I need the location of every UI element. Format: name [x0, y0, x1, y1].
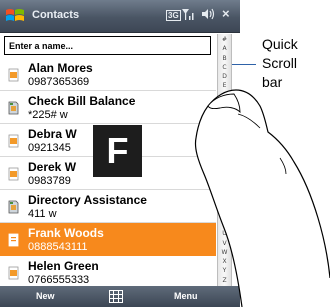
contact-number: 0921345: [28, 142, 71, 154]
contact-number: *225# w: [28, 109, 68, 121]
title-bar: Contacts 3G ×: [0, 0, 240, 33]
windows-start-icon[interactable]: [4, 5, 26, 27]
contact-number: 0766555333: [28, 274, 90, 286]
contact-name: Check Bill Balance: [28, 94, 136, 108]
callout-line-1: Quick: [262, 36, 298, 52]
3g-data-icon[interactable]: 3G: [166, 10, 181, 21]
contact-number: 0987365369: [28, 76, 90, 88]
finger-illustration: [194, 89, 330, 307]
callout-line-2: Scroll: [262, 55, 298, 71]
contact-name: Helen Green: [28, 259, 99, 273]
keyboard-icon[interactable]: [109, 290, 123, 303]
contact-name: Debra W: [28, 127, 77, 141]
contact-name: Directory Assistance: [28, 193, 147, 207]
app-title: Contacts: [32, 9, 80, 21]
contact-number: 0888543111: [28, 241, 88, 253]
sim-contact-icon: [8, 200, 19, 214]
contact-card-icon: [8, 167, 19, 181]
contact-card-icon: [8, 233, 19, 247]
letter-popup: F: [93, 125, 142, 177]
new-softkey[interactable]: New: [36, 291, 55, 301]
contact-number: 0983789: [28, 175, 71, 187]
scroll-letter[interactable]: A: [218, 45, 231, 52]
contact-name: Alan Mores: [28, 61, 93, 75]
contact-card-icon: [8, 266, 19, 280]
contact-name: Derek W: [28, 160, 77, 174]
volume-icon[interactable]: [201, 8, 215, 23]
contact-number: 411 w: [28, 208, 57, 220]
callout-line: [232, 64, 256, 65]
sim-contact-icon: [8, 101, 19, 115]
scroll-letter[interactable]: B: [218, 55, 231, 62]
contact-name: Frank Woods: [28, 226, 104, 240]
contact-card-icon: [8, 134, 19, 148]
search-input[interactable]: [4, 36, 211, 55]
contact-card-icon: [8, 68, 19, 82]
signal-icon[interactable]: [182, 8, 196, 23]
scroll-letter[interactable]: #: [218, 36, 231, 43]
close-icon[interactable]: ×: [222, 6, 230, 21]
scroll-letter[interactable]: C: [218, 64, 231, 71]
